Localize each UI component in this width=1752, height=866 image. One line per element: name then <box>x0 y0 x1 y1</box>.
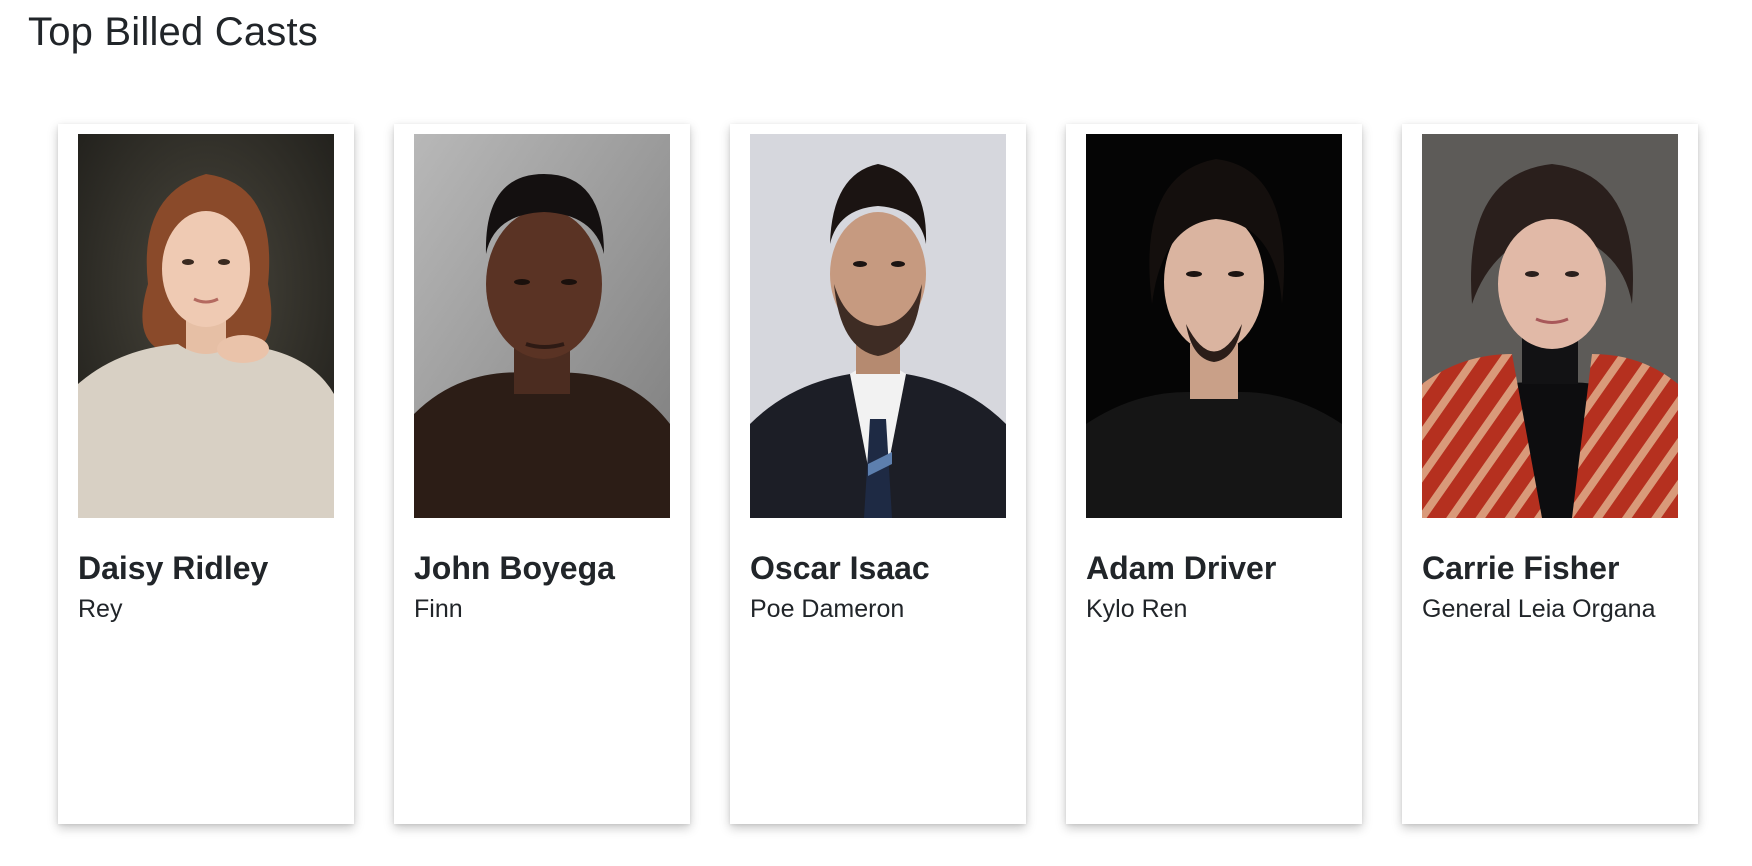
cast-photo[interactable] <box>78 134 334 518</box>
section-title: Top Billed Casts <box>28 10 318 54</box>
cast-name[interactable]: Adam Driver <box>1086 548 1342 588</box>
cast-character: Finn <box>414 595 463 623</box>
cast-name[interactable]: Oscar Isaac <box>750 548 1006 588</box>
cast-photo[interactable] <box>1422 134 1678 518</box>
cast-card[interactable]: Oscar Isaac Poe Dameron <box>730 124 1026 824</box>
cast-photo[interactable] <box>750 134 1006 518</box>
cast-character: General Leia Organa <box>1422 595 1656 623</box>
cast-character: Poe Dameron <box>750 595 905 623</box>
cast-card[interactable]: Carrie Fisher General Leia Organa <box>1402 124 1698 824</box>
cast-name[interactable]: Daisy Ridley <box>78 548 334 588</box>
cast-character: Kylo Ren <box>1086 595 1188 623</box>
cast-photo[interactable] <box>1086 134 1342 518</box>
cast-name[interactable]: Carrie Fisher <box>1422 548 1678 588</box>
cast-name[interactable]: John Boyega <box>414 548 670 588</box>
cast-card[interactable]: Daisy Ridley Rey <box>58 124 354 824</box>
cast-card[interactable]: Adam Driver Kylo Ren <box>1066 124 1362 824</box>
cast-card[interactable]: John Boyega Finn <box>394 124 690 824</box>
cast-photo[interactable] <box>414 134 670 518</box>
cast-character: Rey <box>78 595 123 623</box>
cast-list: Daisy Ridley Rey John Boyega Finn Oscar … <box>58 124 1698 824</box>
